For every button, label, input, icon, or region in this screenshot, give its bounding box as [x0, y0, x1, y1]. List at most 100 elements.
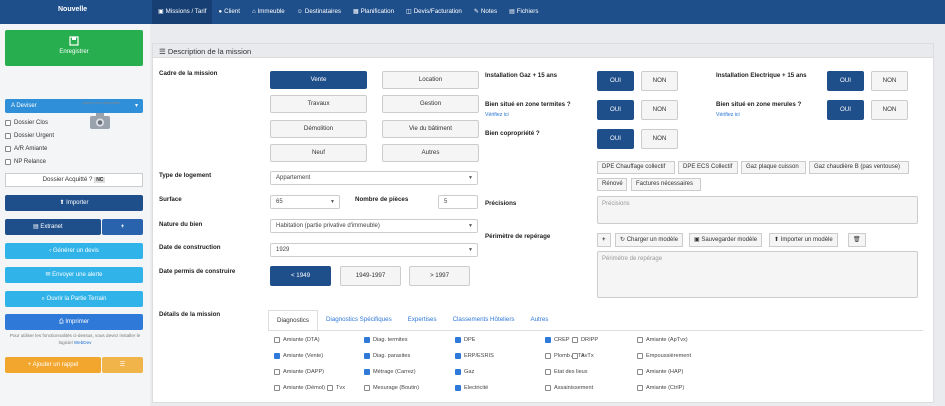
nav-tab-3[interactable]: ⌂ Immeuble — [246, 0, 291, 24]
no-button[interactable]: NON — [641, 129, 678, 149]
checkbox-icon[interactable] — [5, 159, 11, 165]
checkbox-icon[interactable] — [455, 385, 461, 391]
nav-tab-7[interactable]: ✎ Notes — [468, 0, 503, 24]
diagnostic-item[interactable]: Assainissement — [545, 385, 593, 391]
feature-tag[interactable]: DPE ECS Collectif — [678, 161, 738, 174]
nav-tab-2[interactable]: ● Client — [212, 0, 245, 24]
verify-link[interactable]: Vérifiez ici — [716, 112, 740, 118]
diagnostic-item[interactable]: Mesurage (Boutin) — [364, 385, 419, 391]
cadre-option-2[interactable]: Location — [382, 71, 479, 89]
diagnostic-item[interactable]: Amiante (CtrlP) — [637, 385, 684, 391]
check-dossier-urgent[interactable]: Dossier Urgent — [5, 133, 54, 139]
import-model-button[interactable]: ⬆ Importer un modèle — [769, 233, 838, 247]
checkbox-icon[interactable] — [364, 385, 370, 391]
checkbox-icon[interactable] — [637, 337, 643, 343]
checkbox-icon[interactable] — [274, 369, 280, 375]
checkbox-icon[interactable] — [637, 353, 643, 359]
tab-5[interactable]: Autres — [522, 310, 556, 330]
checkbox-icon[interactable] — [327, 385, 333, 391]
construction-select[interactable]: 1929 ▼ — [270, 243, 478, 257]
diagnostic-item[interactable]: Tvx — [327, 385, 345, 391]
delete-model-button[interactable]: 🗑 — [848, 233, 866, 247]
save-model-button[interactable]: ▣ Sauvegarder modèle — [689, 233, 763, 247]
diagnostic-item[interactable]: ERP/ESRIS — [455, 353, 494, 359]
reminder-list-button[interactable]: ☰ — [102, 357, 143, 373]
verify-link[interactable]: Vérifiez ici — [485, 112, 509, 118]
permis-option-1[interactable]: < 1949 — [270, 266, 331, 286]
nav-tab-4[interactable]: ☺ Destinataires — [291, 0, 347, 24]
checkbox-icon[interactable] — [572, 337, 578, 343]
checkbox-icon[interactable] — [364, 353, 370, 359]
diagnostic-item[interactable]: Gaz — [455, 369, 474, 375]
diagnostic-item[interactable]: Amiante (Démol) — [274, 385, 325, 391]
cadre-option-7[interactable]: Neuf — [270, 144, 367, 162]
diagnostic-item[interactable]: CREP — [545, 337, 570, 343]
open-terrain-button[interactable]: ⌕ Ouvrir la Partie Terrain — [5, 291, 143, 307]
diagnostic-item[interactable]: DPE — [455, 337, 476, 343]
cadre-option-1[interactable]: Vente — [270, 71, 367, 89]
extranet-add-button[interactable]: + — [102, 219, 143, 235]
nav-tab-6[interactable]: ◫ Devis/Facturation — [400, 0, 468, 24]
checkbox-icon[interactable] — [637, 385, 643, 391]
checkbox-icon[interactable] — [5, 133, 11, 139]
checkbox-icon[interactable] — [364, 337, 370, 343]
yes-button[interactable]: OUI — [597, 100, 634, 120]
checkbox-icon[interactable] — [455, 353, 461, 359]
perimetre-textarea[interactable]: Périmètre de repérage — [597, 251, 918, 298]
diagnostic-item[interactable]: Empoussièrement — [637, 353, 691, 359]
extranet-button[interactable]: ▤ Extranet — [5, 219, 101, 235]
checkbox-icon[interactable] — [637, 369, 643, 375]
checkbox-icon[interactable] — [274, 353, 280, 359]
diagnostic-item[interactable]: Amiante (Vente) — [274, 353, 323, 359]
diagnostic-item[interactable]: Amiante (DAPP) — [274, 369, 324, 375]
feature-tag[interactable]: Gaz plaque cuisson — [741, 161, 806, 174]
print-button[interactable]: ⎙ Imprimer — [5, 314, 143, 330]
checkbox-icon[interactable] — [455, 369, 461, 375]
tab-2[interactable]: Diagnostics Spécifiques — [318, 310, 400, 330]
cadre-option-6[interactable]: Vie du bâtiment — [382, 120, 479, 138]
check-dossier-clos[interactable]: Dossier Clos — [5, 120, 48, 126]
cadre-option-3[interactable]: Travaux — [270, 95, 367, 113]
nature-select[interactable]: Habitation (partie privative d'immeuble)… — [270, 219, 478, 233]
feature-tag[interactable]: Rénové — [597, 178, 627, 191]
tab-4[interactable]: Classements Hôteliers — [445, 310, 523, 330]
logement-select[interactable]: Appartement ▼ — [270, 171, 478, 185]
checkbox-icon[interactable] — [455, 337, 461, 343]
nav-tab-8[interactable]: ▤ Fichiers — [503, 0, 544, 24]
checkbox-icon[interactable] — [545, 369, 551, 375]
feature-tag[interactable]: DPE Chauffage collectif — [597, 161, 675, 174]
checkbox-icon[interactable] — [545, 353, 551, 359]
checkbox-icon[interactable] — [5, 120, 11, 126]
pieces-input[interactable]: 5 — [438, 195, 478, 209]
no-button[interactable]: NON — [641, 100, 678, 120]
yes-button[interactable]: OUI — [597, 71, 634, 91]
no-button[interactable]: NON — [871, 100, 908, 120]
diagnostic-item[interactable]: Electricité — [455, 385, 488, 391]
load-model-button[interactable]: ↻ Charger un modèle — [615, 233, 684, 247]
generate-quote-button[interactable]: ‹ Générer un devis — [5, 243, 143, 259]
nav-tab-5[interactable]: ▦ Planification — [347, 0, 400, 24]
feature-tag[interactable]: Factures nécessaires — [631, 178, 701, 191]
permis-option-2[interactable]: 1949-1997 — [340, 266, 401, 286]
diagnostic-item[interactable]: DRIPP — [572, 337, 598, 343]
diagnostic-item[interactable]: AvTx — [572, 353, 594, 359]
tab-3[interactable]: Expertises — [400, 310, 445, 330]
webdev-link[interactable]: WebDev — [74, 340, 92, 345]
feature-tag[interactable]: Gaz chaudière B (pas ventouse) — [809, 161, 909, 174]
no-button[interactable]: NON — [641, 71, 678, 91]
import-button[interactable]: ⬆ Importer — [5, 195, 143, 211]
camera-icon[interactable] — [89, 112, 111, 132]
diagnostic-item[interactable]: Etat des lieux — [545, 369, 588, 375]
checkbox-icon[interactable] — [364, 369, 370, 375]
diagnostic-item[interactable]: Métrage (Carrez) — [364, 369, 416, 375]
tab-1[interactable]: Diagnostics — [268, 310, 318, 330]
check-np-relance[interactable]: NP Relance — [5, 159, 46, 165]
save-button[interactable]: Enregistrer — [5, 30, 143, 66]
checkbox-icon[interactable] — [572, 353, 578, 359]
perimetre-add-button[interactable]: + — [597, 233, 611, 247]
checkbox-icon[interactable] — [545, 337, 551, 343]
checkbox-icon[interactable] — [5, 146, 11, 152]
add-reminder-button[interactable]: + Ajouter un rappel — [5, 357, 101, 373]
checkbox-icon[interactable] — [545, 385, 551, 391]
send-alert-button[interactable]: ✉ Envoyer une alerte — [5, 267, 143, 283]
